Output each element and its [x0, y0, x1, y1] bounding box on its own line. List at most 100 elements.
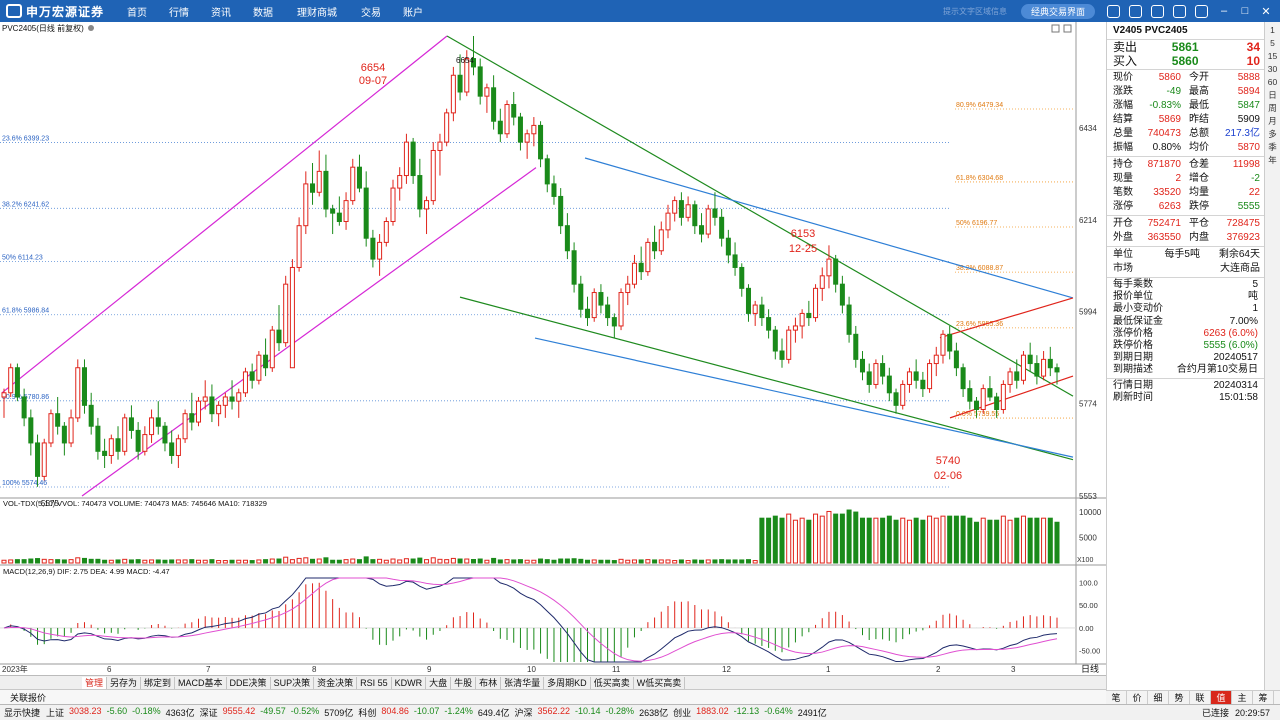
quick-show[interactable]: 显示快捷 [0, 706, 40, 719]
panel-tab[interactable]: 细 [1148, 691, 1169, 704]
indicator-tab[interactable]: 管理 [82, 676, 108, 689]
macd-tick-label: 50.00 [1079, 601, 1098, 610]
indicator-tab[interactable]: 多周期KD [544, 676, 591, 689]
period-button[interactable]: 1 [1270, 24, 1275, 37]
volume-bar [725, 559, 731, 564]
candle-body [987, 388, 993, 398]
indicator-tab[interactable]: 牛股 [451, 676, 477, 689]
cloud-icon[interactable] [1173, 4, 1186, 18]
minimize-icon[interactable]: – [1217, 5, 1231, 17]
candle-body [75, 367, 81, 419]
quote-panel: V2405 PVC2405 卖出 5861 34 买入 5860 10 现价 58… [1106, 22, 1264, 690]
period-button[interactable]: 周 [1268, 102, 1277, 115]
indicator-tab[interactable]: 绑定到 [141, 676, 176, 689]
volume-bar [102, 559, 108, 564]
nav-quotes[interactable]: 行情 [158, 4, 200, 19]
maximize-icon[interactable]: □ [1238, 5, 1252, 17]
panel-tab[interactable]: 价 [1127, 691, 1148, 704]
nav-wealth-mall[interactable]: 理财商城 [284, 4, 350, 19]
kline-chart[interactable]: PVC2405(日线 前复权) 6434 6214 5994 5774 5553 23.6%… [0, 22, 1106, 675]
volume-bar [222, 560, 228, 564]
quote-label: 涨幅 [1113, 100, 1133, 111]
message-icon[interactable] [1107, 4, 1120, 18]
volume-bar [786, 513, 792, 564]
quote-label: 总额 [1189, 128, 1209, 139]
related-quotes[interactable]: 关联报价 [10, 691, 46, 704]
quote-label: 均量 [1189, 187, 1209, 198]
candle-body [377, 241, 383, 260]
volume-bar [745, 559, 751, 564]
index-price: 9555.42 [222, 706, 256, 716]
index-name[interactable]: 深证 [200, 706, 218, 719]
gear-icon[interactable] [1195, 4, 1208, 18]
candle-body [839, 283, 845, 306]
index-amt: 2491亿 [797, 708, 827, 718]
detail-label: 涨停价格 [1113, 327, 1153, 339]
candle-body [1020, 354, 1026, 381]
period-button[interactable]: 60 [1268, 76, 1277, 89]
period-label[interactable]: 日线 [1078, 663, 1102, 675]
index-name[interactable]: 沪深 [514, 706, 532, 719]
period-button[interactable]: 30 [1268, 63, 1277, 76]
index-name[interactable]: 科创 [358, 706, 376, 719]
index-name[interactable]: 上证 [46, 706, 64, 719]
nav-trade[interactable]: 交易 [350, 4, 392, 19]
indicator-tab[interactable]: 张清华量 [501, 676, 545, 689]
candle-body [457, 74, 463, 93]
panel-tab[interactable]: 笔 [1106, 691, 1127, 704]
candle-body [108, 438, 114, 456]
indicator-tab[interactable]: MACD基本 [175, 676, 227, 689]
candle-body [813, 287, 819, 319]
nav-news[interactable]: 资讯 [200, 4, 242, 19]
volume-bar [162, 559, 168, 564]
quote-value: 11998 [1232, 159, 1260, 170]
candle-body [699, 225, 705, 235]
panel-tab[interactable]: 筹 [1253, 691, 1274, 704]
indicator-tab[interactable]: SUP决策 [271, 676, 315, 689]
volume-bar [866, 517, 872, 564]
volume-bar [819, 515, 825, 564]
indicator-tab[interactable]: 资金决策 [314, 676, 358, 689]
panel-tab[interactable]: 联 [1190, 691, 1211, 704]
candle-body [725, 237, 731, 256]
nav-data[interactable]: 数据 [242, 4, 284, 19]
candle-body [584, 308, 591, 319]
indicator-tab[interactable]: 大盘 [426, 676, 452, 689]
panel-tab[interactable]: 值 [1211, 691, 1232, 704]
chart-area[interactable]: PVC2405(日线 前复权) 6434 6214 5994 5774 5553 23.6%… [0, 22, 1106, 675]
volume-bar [1034, 517, 1040, 564]
nav-account[interactable]: 账户 [392, 4, 434, 19]
period-button[interactable]: 年 [1268, 154, 1277, 167]
indicator-tab[interactable]: W低买高卖 [634, 676, 686, 689]
indicator-tab[interactable]: 另存为 [107, 676, 142, 689]
index-name[interactable]: 创业 [673, 706, 691, 719]
macd-tick-label: 100.0 [1079, 579, 1098, 588]
classic-trade-button[interactable]: 经典交易界面 [1020, 3, 1095, 19]
quote-label: 结算 [1113, 114, 1133, 125]
panel-tab[interactable]: 主 [1232, 691, 1253, 704]
volume-bar [61, 559, 67, 564]
mail-icon[interactable] [1151, 4, 1164, 18]
indicator-tab[interactable]: 布林 [476, 676, 502, 689]
volume-bar [356, 559, 362, 564]
volume-bar [772, 515, 778, 564]
period-button[interactable]: 多 [1268, 128, 1277, 141]
headset-icon[interactable] [1129, 4, 1142, 18]
period-button[interactable]: 日 [1268, 89, 1277, 102]
close-icon[interactable]: ✕ [1259, 5, 1273, 18]
indicator-tab[interactable]: DDE决策 [227, 676, 271, 689]
period-button[interactable]: 月 [1268, 115, 1277, 128]
indicator-tab[interactable]: KDWR [392, 676, 427, 689]
close-chart-icon[interactable] [88, 25, 94, 31]
volume-bar [470, 559, 477, 564]
candle-body [1034, 363, 1040, 377]
nav-home[interactable]: 首页 [116, 4, 158, 19]
panel-tab[interactable]: 势 [1169, 691, 1190, 704]
period-button[interactable]: 季 [1268, 141, 1277, 154]
indicator-tab[interactable]: 低买高卖 [591, 676, 634, 689]
indicator-tab[interactable]: RSI 55 [357, 676, 392, 689]
quote-label: 均价 [1189, 142, 1209, 153]
quote-value: 363550 [1147, 232, 1181, 243]
period-button[interactable]: 15 [1268, 50, 1277, 63]
period-button[interactable]: 5 [1270, 37, 1275, 50]
